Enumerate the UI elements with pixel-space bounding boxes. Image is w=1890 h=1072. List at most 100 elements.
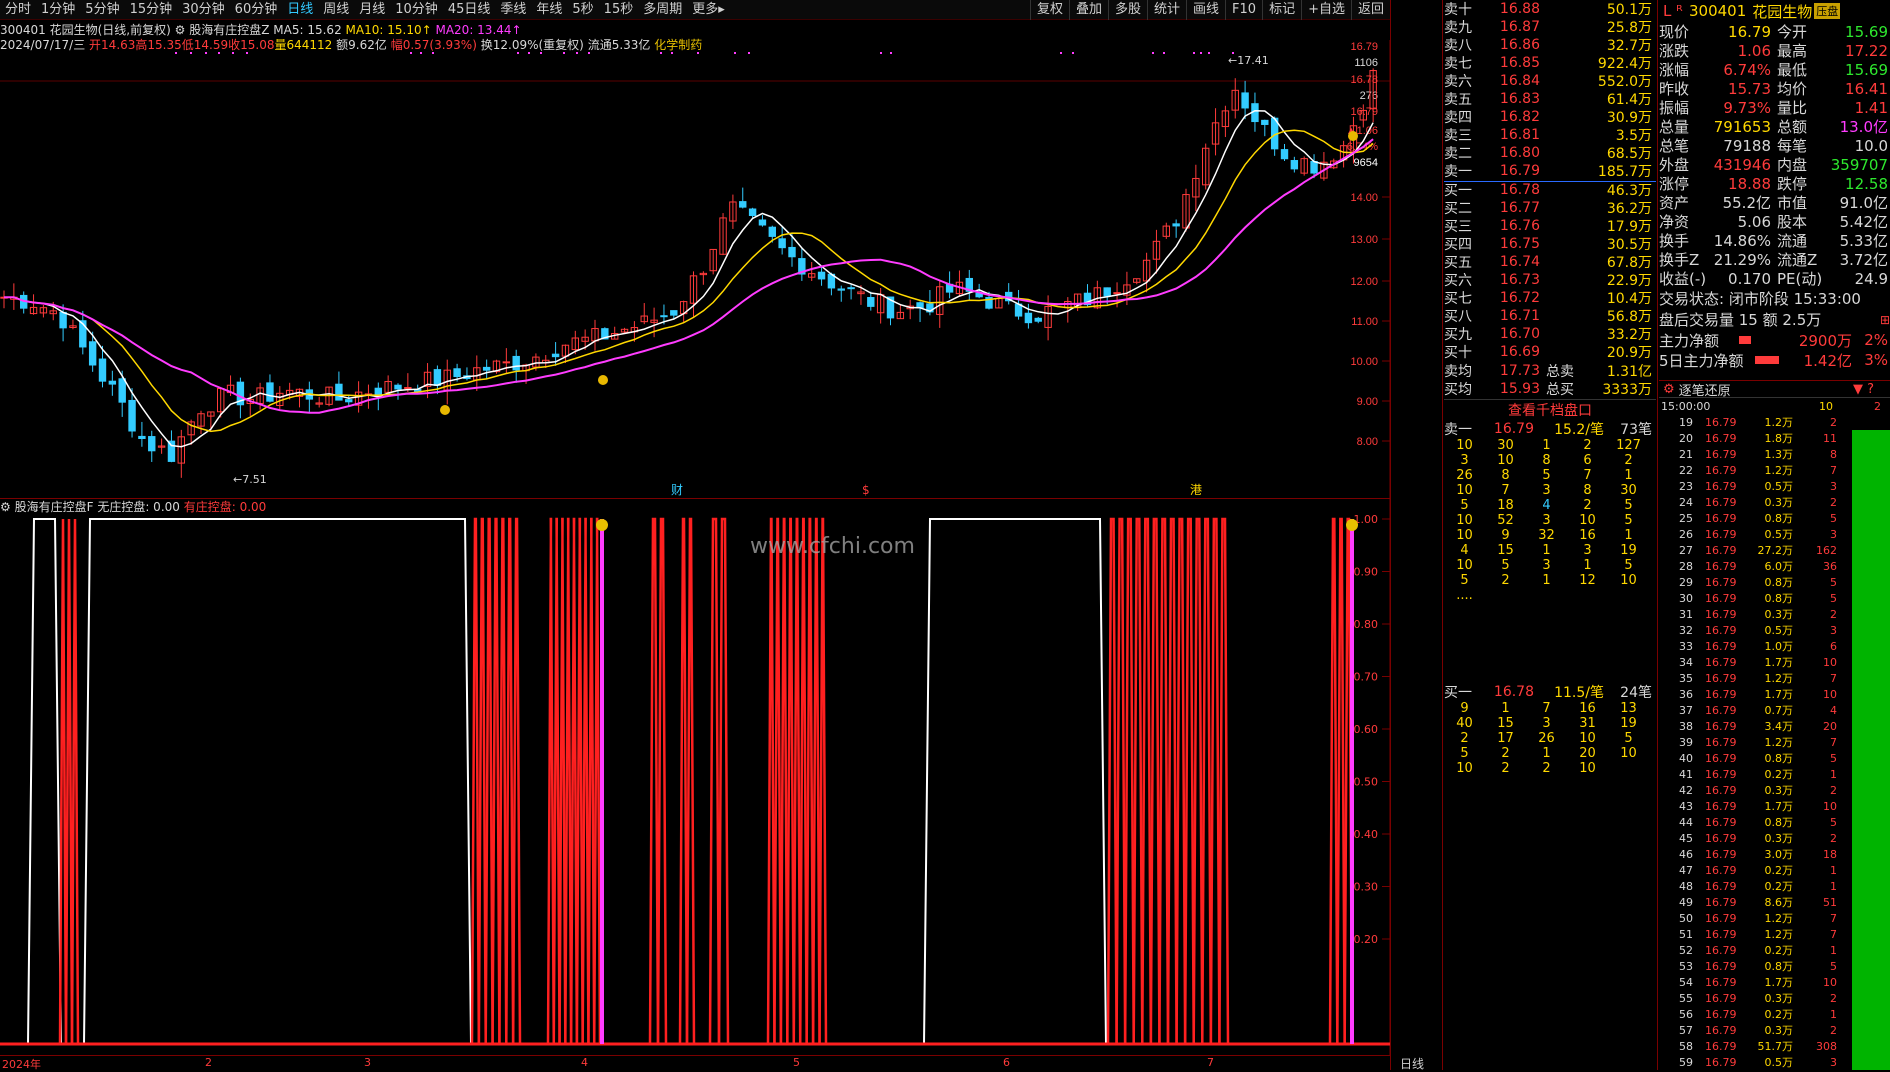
tick-row: 21 16.79 1.3万 8 bbox=[1659, 446, 1890, 462]
queue-row: 10 7 3 8 30 bbox=[1444, 483, 1656, 498]
tick-n: 7 bbox=[1830, 735, 1837, 749]
indicator-title[interactable]: 股海有庄控盘F bbox=[15, 500, 94, 514]
tick-p: 16.79 bbox=[1705, 927, 1737, 941]
ask-row[interactable]: 卖九 16.87 25.8万 bbox=[1444, 18, 1656, 36]
tick-p: 16.79 bbox=[1705, 1039, 1737, 1053]
tool-button-0[interactable]: 复权 bbox=[1029, 0, 1069, 20]
ask-row[interactable]: 卖八 16.86 32.7万 bbox=[1444, 36, 1656, 54]
quote-row: 总量 791653 总额 13.0亿 bbox=[1659, 117, 1890, 137]
tool-button-3[interactable]: 统计 bbox=[1147, 0, 1186, 20]
quote-row: 净资 5.06 股本 5.42亿 bbox=[1659, 212, 1890, 232]
tab-4[interactable]: 30分钟 bbox=[177, 0, 230, 20]
book-px: 16.83 bbox=[1499, 91, 1540, 107]
tick-n: 2 bbox=[1830, 783, 1837, 797]
bid-row[interactable]: 买八 16.71 56.8万 bbox=[1444, 307, 1656, 325]
ask-row[interactable]: 卖三 16.81 3.5万 bbox=[1444, 126, 1656, 144]
quote-row: 涨幅 6.74% 最低 15.69 bbox=[1659, 60, 1890, 80]
bid-row[interactable]: 买七 16.72 10.4万 bbox=[1444, 289, 1656, 307]
tab-2[interactable]: 5分钟 bbox=[80, 0, 124, 20]
indicator-red-spike bbox=[648, 517, 660, 1045]
tab-16[interactable]: 更多▸ bbox=[687, 0, 730, 20]
quote-key: 换手Z bbox=[1659, 251, 1700, 269]
kline-chart[interactable]: 16.79110616.7827616.79▲1.066.74%965414.0… bbox=[0, 40, 1390, 1055]
ask-row[interactable]: 卖二 16.80 68.5万 bbox=[1444, 144, 1656, 162]
tool-button-5[interactable]: F10 bbox=[1225, 0, 1262, 20]
tick-t: 53 bbox=[1679, 959, 1693, 973]
tab-3[interactable]: 15分钟 bbox=[125, 0, 178, 20]
thousand-depth-button[interactable]: 查看千档盘口 bbox=[1444, 399, 1656, 419]
quote-row: 昨收 15.73 均价 16.41 bbox=[1659, 79, 1890, 99]
candle-body bbox=[748, 208, 757, 216]
tick-list[interactable]: ⚙ 逐笔还原 ▼ ? 15:00:00 10 2 19 16.79 1.2万 2 20 16.… bbox=[1659, 380, 1890, 1070]
tick-t: 19 bbox=[1679, 415, 1693, 429]
indicator-name[interactable]: 股海有庄控盘Z bbox=[189, 23, 269, 37]
signal-dot bbox=[175, 52, 177, 54]
queue-cell: 5 bbox=[1501, 558, 1510, 573]
tab-10[interactable]: 45日线 bbox=[443, 0, 496, 20]
quote-key: 外盘 bbox=[1659, 156, 1690, 174]
book-px: 16.76 bbox=[1499, 218, 1540, 234]
queue-cell: 18 bbox=[1497, 498, 1514, 513]
bid-row[interactable]: 买二 16.77 36.2万 bbox=[1444, 199, 1656, 217]
bid-row[interactable]: 买三 16.76 17.9万 bbox=[1444, 217, 1656, 235]
tab-1[interactable]: 1分钟 bbox=[36, 0, 80, 20]
tool-button-8[interactable]: 返回 bbox=[1350, 0, 1390, 20]
tick-row: 25 16.79 0.8万 5 bbox=[1659, 510, 1890, 526]
bid-row[interactable]: 买十 16.69 20.9万 bbox=[1444, 343, 1656, 361]
expand-icon[interactable]: ⊞ bbox=[1880, 313, 1890, 327]
tab-5[interactable]: 60分钟 bbox=[230, 0, 283, 20]
tool-button-7[interactable]: +自选 bbox=[1301, 0, 1351, 20]
tab-13[interactable]: 5秒 bbox=[567, 0, 598, 20]
tick-vol: 10 bbox=[1819, 399, 1833, 413]
bid-row[interactable]: 买六 16.73 22.9万 bbox=[1444, 271, 1656, 289]
tab-9[interactable]: 10分钟 bbox=[390, 0, 443, 20]
tick-t: 25 bbox=[1679, 511, 1693, 525]
tick-n: 7 bbox=[1830, 463, 1837, 477]
queue-cell: .... bbox=[1456, 588, 1473, 603]
book-lbl: 卖七 bbox=[1444, 56, 1472, 72]
queue-cell: 4 bbox=[1460, 543, 1469, 558]
tool-button-4[interactable]: 画线 bbox=[1186, 0, 1225, 20]
tab-14[interactable]: 15秒 bbox=[599, 0, 639, 20]
queue-cell: 20 bbox=[1579, 746, 1596, 761]
tab-8[interactable]: 月线 bbox=[354, 0, 390, 20]
tab-11[interactable]: 季线 bbox=[495, 0, 531, 20]
ask-row[interactable]: 卖一 16.79 185.7万 bbox=[1444, 162, 1656, 180]
bid-row[interactable]: 买九 16.70 33.2万 bbox=[1444, 325, 1656, 343]
queue-cell: 5 bbox=[1624, 498, 1633, 513]
book-px: 16.72 bbox=[1499, 290, 1540, 306]
bid-row[interactable]: 买一 16.78 46.3万 bbox=[1444, 181, 1656, 199]
tick-t: 36 bbox=[1679, 687, 1693, 701]
quote-value: 21.29% bbox=[1713, 250, 1771, 269]
ask-row[interactable]: 卖四 16.82 30.9万 bbox=[1444, 108, 1656, 126]
ask-row[interactable]: 卖七 16.85 922.4万 bbox=[1444, 54, 1656, 72]
tool-button-6[interactable]: 标记 bbox=[1262, 0, 1301, 20]
tick-v: 0.5万 bbox=[1764, 1056, 1794, 1069]
queue-head-cell: 买一 bbox=[1444, 685, 1472, 701]
ask-row[interactable]: 卖五 16.83 61.4万 bbox=[1444, 90, 1656, 108]
tool-button-2[interactable]: 多股 bbox=[1107, 0, 1147, 20]
filter-icon[interactable]: ▼ ? bbox=[1853, 382, 1890, 397]
tick-v: 3.4万 bbox=[1764, 720, 1794, 733]
tab-15[interactable]: 多周期 bbox=[638, 0, 687, 20]
bid-row[interactable]: 买四 16.75 30.5万 bbox=[1444, 235, 1656, 253]
tool-button-1[interactable]: 叠加 bbox=[1068, 0, 1108, 20]
candle-body bbox=[59, 311, 67, 329]
tab-7[interactable]: 周线 bbox=[318, 0, 354, 20]
tab-0[interactable]: 分时 bbox=[0, 0, 36, 20]
settings-icon[interactable]: ⚙ bbox=[175, 23, 186, 37]
signal-dot bbox=[246, 52, 248, 54]
indicator-red-spike bbox=[766, 517, 776, 1045]
settings-icon[interactable]: ⚙ bbox=[0, 500, 11, 514]
tab-12[interactable]: 年线 bbox=[531, 0, 567, 20]
tab-6[interactable]: 日线 bbox=[282, 0, 318, 20]
tick-t: 27 bbox=[1679, 543, 1693, 557]
gear-icon[interactable]: ⚙ bbox=[1663, 382, 1675, 397]
smile-icon bbox=[1346, 519, 1358, 531]
main-net-bar bbox=[1739, 336, 1751, 344]
tick-t: 48 bbox=[1679, 879, 1693, 893]
ask-row[interactable]: 卖六 16.84 552.0万 bbox=[1444, 72, 1656, 90]
ask-row[interactable]: 卖十 16.88 50.1万 bbox=[1444, 0, 1656, 18]
bid-row[interactable]: 买五 16.74 67.8万 bbox=[1444, 253, 1656, 271]
book-lbl: 卖二 bbox=[1444, 146, 1472, 162]
